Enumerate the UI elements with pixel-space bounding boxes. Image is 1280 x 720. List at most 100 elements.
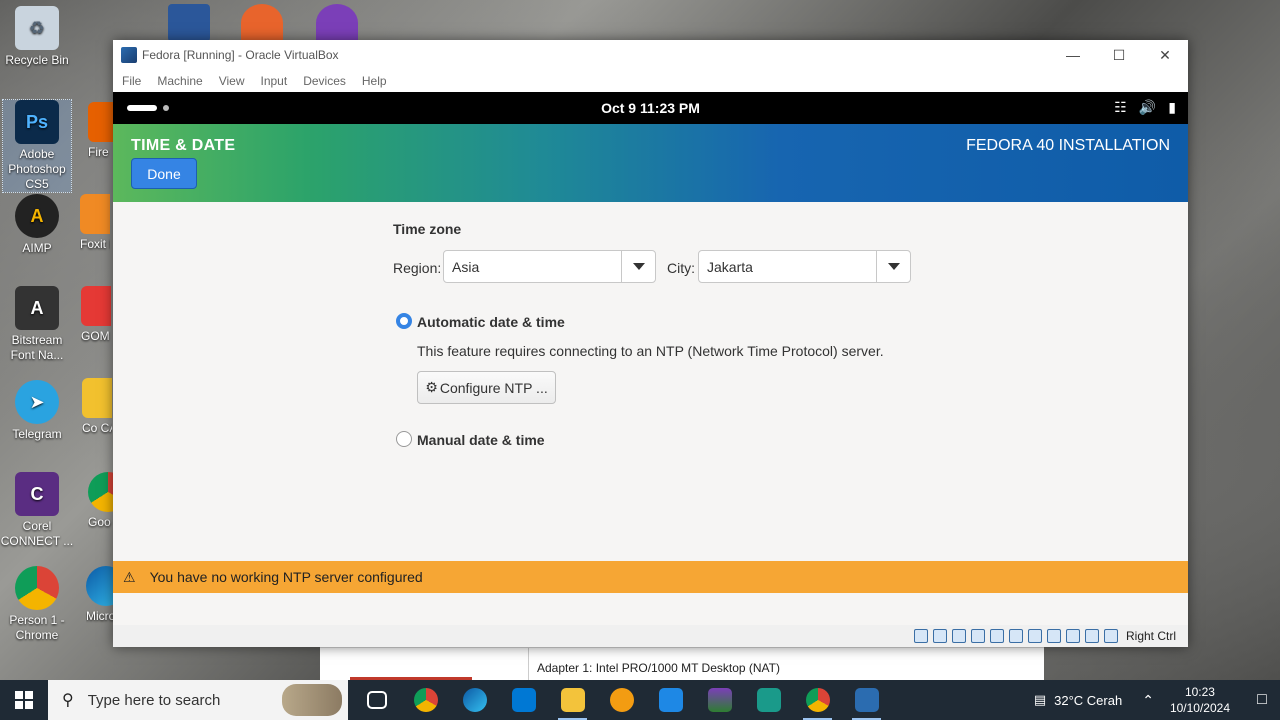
- edge-icon: [462, 688, 487, 712]
- menu-devices[interactable]: Devices: [303, 74, 346, 88]
- search-icon: ⚲: [62, 692, 74, 709]
- taskbar-app-green[interactable]: [744, 680, 793, 720]
- timezone-heading: Time zone: [393, 221, 462, 237]
- taskbar-chrome[interactable]: [401, 680, 450, 720]
- taskbar-edge[interactable]: [450, 680, 499, 720]
- chrome-icon: [15, 566, 59, 610]
- manual-label[interactable]: Manual date & time: [417, 432, 545, 448]
- warning-bar[interactable]: ⚠ You have no working NTP server configu…: [113, 561, 1188, 593]
- desktop-icon-partial[interactable]: Co CAPTU: [82, 378, 112, 436]
- taskbar-apps: [352, 680, 891, 720]
- menubar: File Machine View Input Devices Help: [113, 70, 1188, 92]
- window-controls: — ☐ ✕: [1050, 40, 1188, 70]
- desktop-icon-label: Co CAPTU: [82, 421, 112, 435]
- app-purple-icon[interactable]: [316, 4, 358, 42]
- usb-icon[interactable]: [989, 629, 1004, 643]
- word-icon[interactable]: [168, 4, 210, 42]
- mouse-integration-icon[interactable]: [1084, 629, 1099, 643]
- menu-file[interactable]: File: [122, 74, 141, 88]
- minimize-button[interactable]: —: [1050, 40, 1096, 70]
- recording-icon[interactable]: [1046, 629, 1061, 643]
- gnome-clock[interactable]: Oct 9 11:23 PM: [113, 100, 1188, 116]
- app-orange-icon[interactable]: [241, 4, 283, 42]
- chevron-up-icon[interactable]: ⌃: [1142, 692, 1154, 709]
- window-titlebar[interactable]: Fedora [Running] - Oracle VirtualBox — ☐…: [113, 40, 1188, 70]
- desktop-icon-recycle-bin[interactable]: ♻ Recycle Bin: [0, 6, 74, 68]
- taskbar-app-purple[interactable]: [597, 680, 646, 720]
- keyboard-icon[interactable]: [1103, 629, 1118, 643]
- desktop-icon-label: Bitstream Font Na...: [10, 333, 64, 362]
- desktop-icon-label: AIMP: [22, 241, 52, 255]
- network-icon[interactable]: [970, 629, 985, 643]
- done-button[interactable]: Done: [131, 158, 197, 189]
- audio-icon[interactable]: [951, 629, 966, 643]
- menu-machine[interactable]: Machine: [157, 74, 202, 88]
- gear-icon: ⚙: [425, 379, 438, 395]
- desktop-icon-partial[interactable]: Micro Ed: [86, 566, 116, 624]
- task-view-button[interactable]: [352, 680, 401, 720]
- desktop-icon-chrome-person[interactable]: Person 1 - Chrome: [0, 566, 74, 643]
- city-value: Jakarta: [707, 258, 753, 275]
- close-button[interactable]: ✕: [1142, 40, 1188, 70]
- virtualbox-icon: [854, 688, 879, 712]
- edge-icon: [86, 566, 116, 606]
- desktop-icon-telegram[interactable]: ➤ Telegram: [0, 380, 74, 442]
- desktop-icon-photoshop[interactable]: Ps Adobe Photoshop CS5: [2, 99, 72, 193]
- maximize-button[interactable]: ☐: [1096, 40, 1142, 70]
- network-icon: ☷: [1114, 99, 1127, 115]
- window-title: Fedora [Running] - Oracle VirtualBox: [142, 48, 339, 62]
- desktop-icon-label: GOM: [81, 329, 110, 343]
- search-highlight-image: [282, 684, 342, 716]
- menu-view[interactable]: View: [219, 74, 245, 88]
- system-tray[interactable]: ☷ 🔊 ▮: [1114, 99, 1176, 116]
- cpu-icon[interactable]: [1065, 629, 1080, 643]
- weather-widget[interactable]: ▤ 32°C Cerah: [1034, 692, 1122, 708]
- taskbar-chrome-2[interactable]: [793, 680, 842, 720]
- virtualbox-window: Fedora [Running] - Oracle VirtualBox — ☐…: [113, 40, 1188, 647]
- configure-ntp-button[interactable]: ⚙ Configure NTP ...: [417, 371, 556, 404]
- city-label: City:: [667, 260, 695, 276]
- optical-drive-icon[interactable]: [932, 629, 947, 643]
- ntp-description: This feature requires connecting to an N…: [417, 343, 884, 359]
- adapter-info: Adapter 1: Intel PRO/1000 MT Desktop (NA…: [537, 661, 780, 675]
- chevron-down-icon[interactable]: [876, 251, 910, 282]
- hard-disk-icon[interactable]: [913, 629, 928, 643]
- app-orange-purple-icon: [609, 688, 634, 712]
- region-label: Region:: [393, 260, 442, 276]
- guest-screen[interactable]: Oct 9 11:23 PM ☷ 🔊 ▮ TIME & DATE FEDORA …: [113, 92, 1188, 625]
- city-combo[interactable]: Jakarta: [698, 250, 911, 283]
- taskbar-store[interactable]: [499, 680, 548, 720]
- desktop-icon-corel[interactable]: C Corel CONNECT ...: [0, 472, 74, 549]
- chevron-down-icon[interactable]: [621, 251, 655, 282]
- region-combo[interactable]: Asia: [443, 250, 656, 283]
- store-icon: [511, 688, 536, 712]
- divider: [528, 648, 529, 681]
- automatic-label[interactable]: Automatic date & time: [417, 314, 565, 330]
- shared-folders-icon[interactable]: [1008, 629, 1023, 643]
- clock-time: 10:23: [1184, 685, 1215, 699]
- manual-radio[interactable]: [396, 431, 412, 447]
- taskbar-clock[interactable]: 10:23 10/10/2024: [1170, 684, 1230, 716]
- desktop-icon-partial[interactable]: Foxit F: [80, 194, 110, 252]
- configure-ntp-label: Configure NTP ...: [439, 379, 548, 396]
- menu-help[interactable]: Help: [362, 74, 387, 88]
- taskbar-virtualbox[interactable]: [842, 680, 891, 720]
- notification-icon[interactable]: □: [1244, 680, 1280, 720]
- desktop-icon-partial[interactable]: GOM: [81, 286, 111, 344]
- display-icon[interactable]: [1027, 629, 1042, 643]
- start-button[interactable]: [0, 680, 48, 720]
- desktop-icon-bitstream[interactable]: A Bitstream Font Na...: [0, 286, 74, 363]
- vscode-icon: [658, 688, 683, 712]
- desktop-icon-aimp[interactable]: A AIMP: [0, 194, 74, 256]
- taskbar-file-explorer[interactable]: [548, 680, 597, 720]
- desktop-icon-label: Person 1 - Chrome: [9, 613, 65, 642]
- menu-input[interactable]: Input: [261, 74, 288, 88]
- taskbar-winrar[interactable]: [695, 680, 744, 720]
- taskbar-search[interactable]: ⚲ Type here to search: [48, 680, 348, 720]
- taskbar-vscode[interactable]: [646, 680, 695, 720]
- weather-text: 32°C Cerah: [1054, 692, 1123, 708]
- telegram-icon: ➤: [15, 380, 59, 424]
- automatic-radio[interactable]: [396, 313, 412, 329]
- gom-icon: [81, 286, 111, 326]
- search-placeholder: Type here to search: [87, 691, 221, 709]
